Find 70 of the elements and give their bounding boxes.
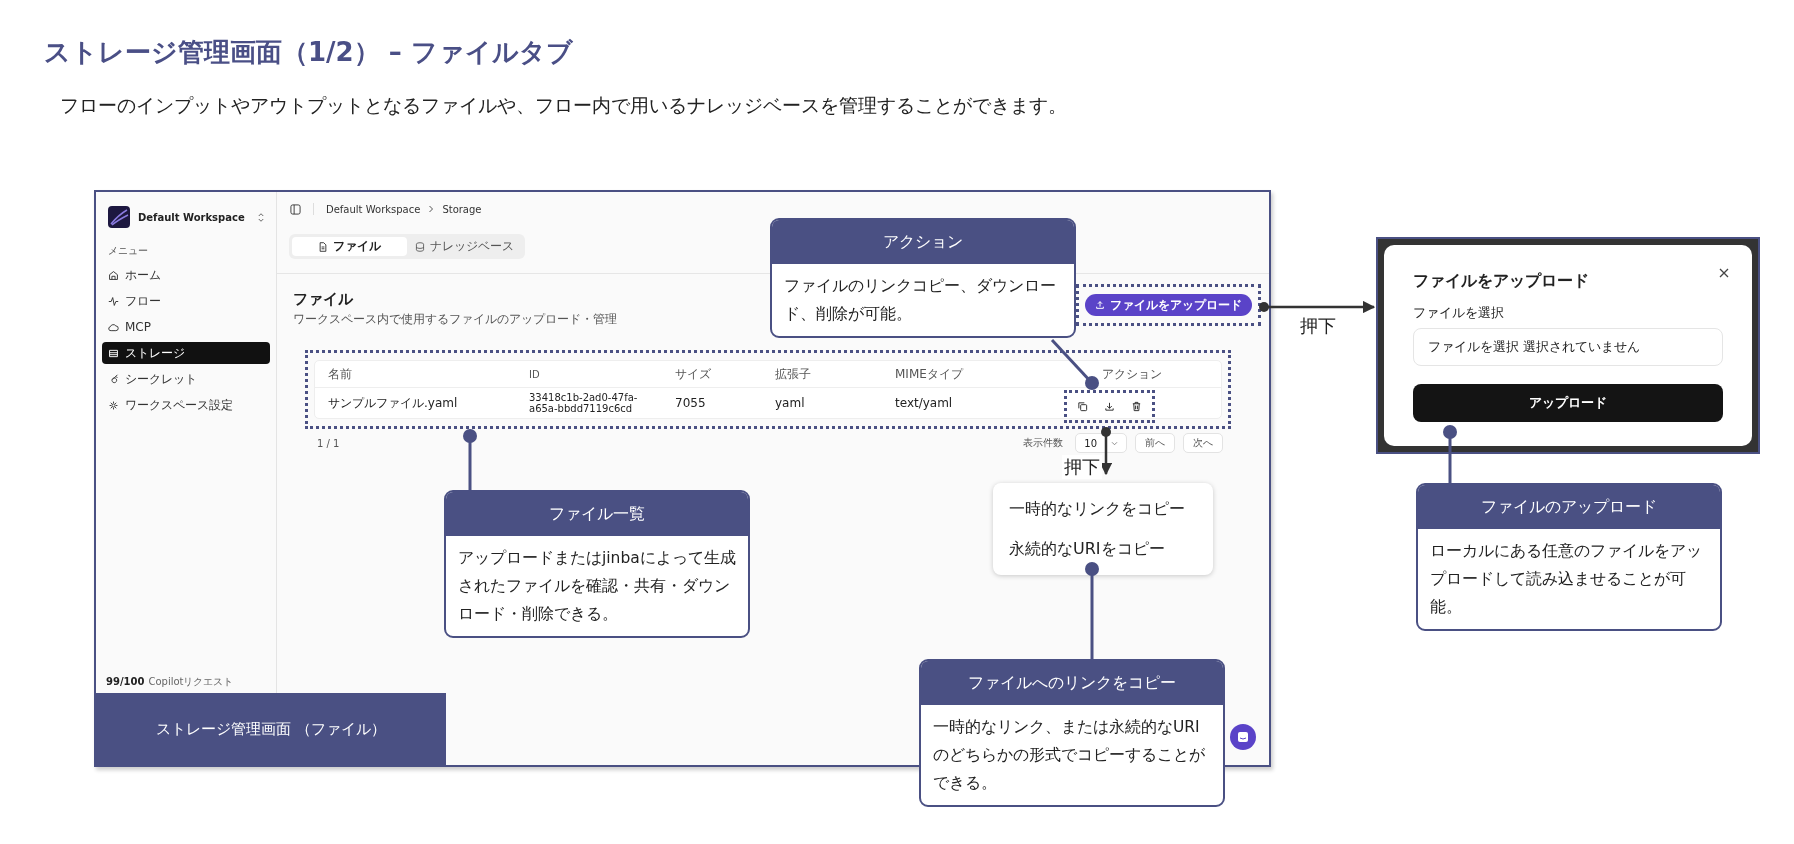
arrow <box>1099 427 1113 476</box>
callout-title: アクション <box>772 220 1074 264</box>
screenshot-caption: ストレージ管理画面 （ファイル） <box>96 693 446 765</box>
nav-item[interactable]: MCP <box>102 316 270 338</box>
close-icon[interactable] <box>1718 267 1730 279</box>
nav-item[interactable]: シークレット <box>102 368 270 390</box>
field-label: ファイルを選択 <box>1413 304 1505 322</box>
table-cell-text: 33418c1b-2ad0-47fa-a65a-bbdd7119c6cd <box>528 392 639 414</box>
column-header: 拡張子 <box>774 365 812 383</box>
callout-text: アップロードまたはjinbaによって生成されたファイルを確認・共有・ダウンロード・削除できる。 <box>457 548 737 625</box>
column-header: サイズ <box>674 365 712 383</box>
callout-title: ファイルのアップロード <box>1418 485 1720 529</box>
column-header: 名前 <box>327 365 353 383</box>
menu-label: メニュー <box>107 244 149 258</box>
section-subheading: ワークスペース内で使用するファイルのアップロード・管理 <box>293 311 617 328</box>
breadcrumb-item[interactable]: Storage <box>442 203 482 215</box>
callout-text: 一時的なリンク、または永続的なURIのどちらかの形式でコピーすることができる。 <box>932 717 1206 794</box>
page-indicator: 1 / 1 <box>317 437 340 449</box>
cloud-icon <box>108 321 119 333</box>
table-cell-text: サンプルファイル.yaml <box>327 394 459 412</box>
sidebar-toggle-icon[interactable] <box>290 203 301 215</box>
tab[interactable]: ナレッジベース <box>407 237 522 256</box>
menu-item[interactable]: 一時的なリンクをコピー <box>993 489 1213 529</box>
callout-text: ローカルにある任意のファイルをアップロードして読み込ませることが可能。 <box>1429 541 1703 618</box>
nav-item[interactable]: フロー <box>102 290 270 312</box>
home-icon <box>108 269 119 281</box>
breadcrumb-item[interactable]: Default Workspace <box>326 203 421 215</box>
file-input-field[interactable]: ファイルを選択 選択されていません <box>1413 328 1723 366</box>
page-title: ストレージ管理画面（1/2） – ファイルタブ <box>43 36 574 69</box>
usage-label: Copilotリクエスト <box>148 675 234 689</box>
database-icon <box>415 241 425 252</box>
per-page-label: 表示件数 <box>1023 436 1064 450</box>
upload-submit-button[interactable]: アップロード <box>1413 384 1723 422</box>
description: フローのインプットやアウトプットとなるファイルや、フロー内で用いるナレッジベースを管理することができます。 <box>60 93 1068 118</box>
per-page-select[interactable]: 10 <box>1075 433 1127 453</box>
workspace-logo-icon <box>108 206 130 228</box>
chat-icon[interactable] <box>1230 724 1256 750</box>
chevron-down-icon <box>1111 440 1118 446</box>
chevron-up-down-icon[interactable] <box>258 212 264 222</box>
download-icon[interactable] <box>1104 400 1115 412</box>
press-label: 押下 <box>1298 314 1338 338</box>
table-cell-text: 7055 <box>674 396 707 410</box>
table-cell-text: text/yaml <box>894 396 954 410</box>
tab[interactable]: ファイル <box>292 237 407 256</box>
upload-icon <box>1095 300 1105 310</box>
pulse-icon <box>108 295 119 307</box>
usage-count: 99/100 <box>106 676 145 687</box>
previous-button[interactable]: 前へ <box>1135 433 1175 453</box>
column-header: MIMEタイプ <box>894 365 965 383</box>
column-header: アクション <box>1101 365 1163 383</box>
trash-icon[interactable] <box>1131 400 1142 412</box>
section-heading: ファイル <box>293 290 354 309</box>
menu-item[interactable]: 永続的なURIをコピー <box>993 529 1213 569</box>
table-cell-text: yaml <box>774 396 806 410</box>
press-label: 押下 <box>1062 455 1102 479</box>
upload-button[interactable]: ファイルをアップロード <box>1085 294 1252 316</box>
callout-title: ファイルへのリンクをコピー <box>921 661 1223 705</box>
chevron-right-icon <box>428 205 435 213</box>
next-button[interactable]: 次へ <box>1183 433 1223 453</box>
callout-title: ファイル一覧 <box>446 492 748 536</box>
file-icon <box>318 241 328 252</box>
callout-text: ファイルのリンクコピー、ダウンロード、削除が可能。 <box>783 276 1057 325</box>
nav-item[interactable]: ホーム <box>102 264 270 286</box>
database-icon <box>108 347 119 359</box>
dialog-title: ファイルをアップロード <box>1413 271 1590 292</box>
copy-icon[interactable] <box>1077 400 1088 412</box>
nav-item[interactable]: ストレージ <box>102 342 270 364</box>
nav-item[interactable]: ワークスペース設定 <box>102 394 270 416</box>
workspace-name[interactable]: Default Workspace <box>138 211 250 223</box>
column-header: ID <box>528 368 541 380</box>
